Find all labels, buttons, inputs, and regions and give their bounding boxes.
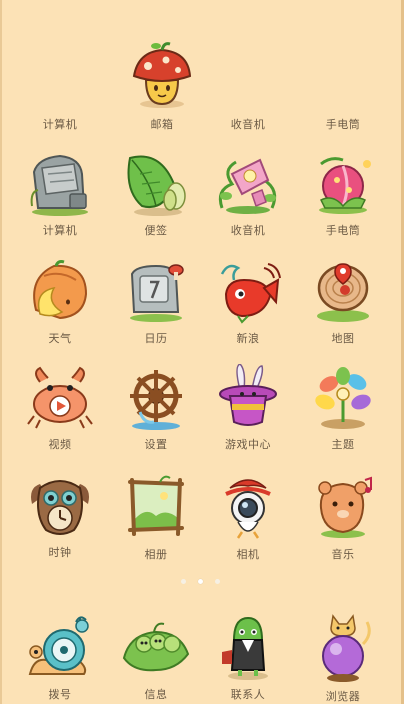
morning-glory-radio-icon xyxy=(218,158,277,214)
app-label: 主题 xyxy=(331,438,355,451)
pea-pod-message-icon xyxy=(122,622,190,672)
rainbow-flower-theme-icon xyxy=(315,367,371,429)
app-label: 相机 xyxy=(236,548,260,561)
ship-wheel-settings-icon xyxy=(130,370,182,430)
bear-music-icon xyxy=(318,476,372,538)
app-label: 天气 xyxy=(48,332,72,345)
app-label: 计算机 xyxy=(42,224,78,237)
app-label: 新浪 xyxy=(236,332,260,345)
stone-calculator-icon xyxy=(30,154,88,216)
app-label: 收音机 xyxy=(230,224,266,237)
app-label: 相册 xyxy=(144,548,168,561)
app-label: 视频 xyxy=(48,438,72,451)
page-indicator[interactable] xyxy=(0,579,404,587)
page-dot-1[interactable] xyxy=(181,579,186,584)
moon-pumpkin-weather-icon xyxy=(33,260,88,320)
dock-label: 拨号 xyxy=(48,688,72,701)
app-label: 手电筒 xyxy=(325,118,361,131)
stone-calendar-icon xyxy=(130,264,184,322)
green-dino-contacts-icon xyxy=(222,616,268,680)
app-label: 地图 xyxy=(331,332,355,345)
app-label: 便签 xyxy=(144,224,168,237)
flower-bud-flashlight-icon xyxy=(319,157,371,214)
page-dot-2-active[interactable] xyxy=(198,579,203,584)
app-label: 游戏中心 xyxy=(225,438,271,451)
app-label: 时钟 xyxy=(48,546,72,559)
app-label: 手电筒 xyxy=(325,224,361,237)
app-label: 计算机 xyxy=(42,118,78,131)
dock-label: 联系人 xyxy=(230,688,266,701)
cat-crystal-ball-browser-icon xyxy=(322,614,371,682)
page-dot-3[interactable] xyxy=(215,579,220,584)
dock-label: 浏览器 xyxy=(325,690,361,703)
app-label: 设置 xyxy=(144,438,168,451)
red-fish-weibo-icon xyxy=(220,263,281,324)
app-label: 收音机 xyxy=(230,118,266,131)
app-label: 日历 xyxy=(144,332,168,345)
dock-label: 信息 xyxy=(144,688,168,701)
snail-phone-icon xyxy=(28,616,89,675)
owl-clock-icon xyxy=(31,480,89,535)
wooden-frame-album-icon xyxy=(128,475,184,536)
mushroom-mailbox-icon xyxy=(132,42,192,108)
app-label: 邮箱 xyxy=(150,118,174,131)
bird-camera-icon xyxy=(225,479,271,539)
crab-video-icon xyxy=(27,366,93,429)
tree-stump-map-icon xyxy=(317,263,369,322)
left-edge xyxy=(0,0,2,704)
leaf-note-icon xyxy=(127,155,186,216)
magic-hat-rabbit-icon xyxy=(219,364,277,426)
app-label: 音乐 xyxy=(331,548,355,561)
